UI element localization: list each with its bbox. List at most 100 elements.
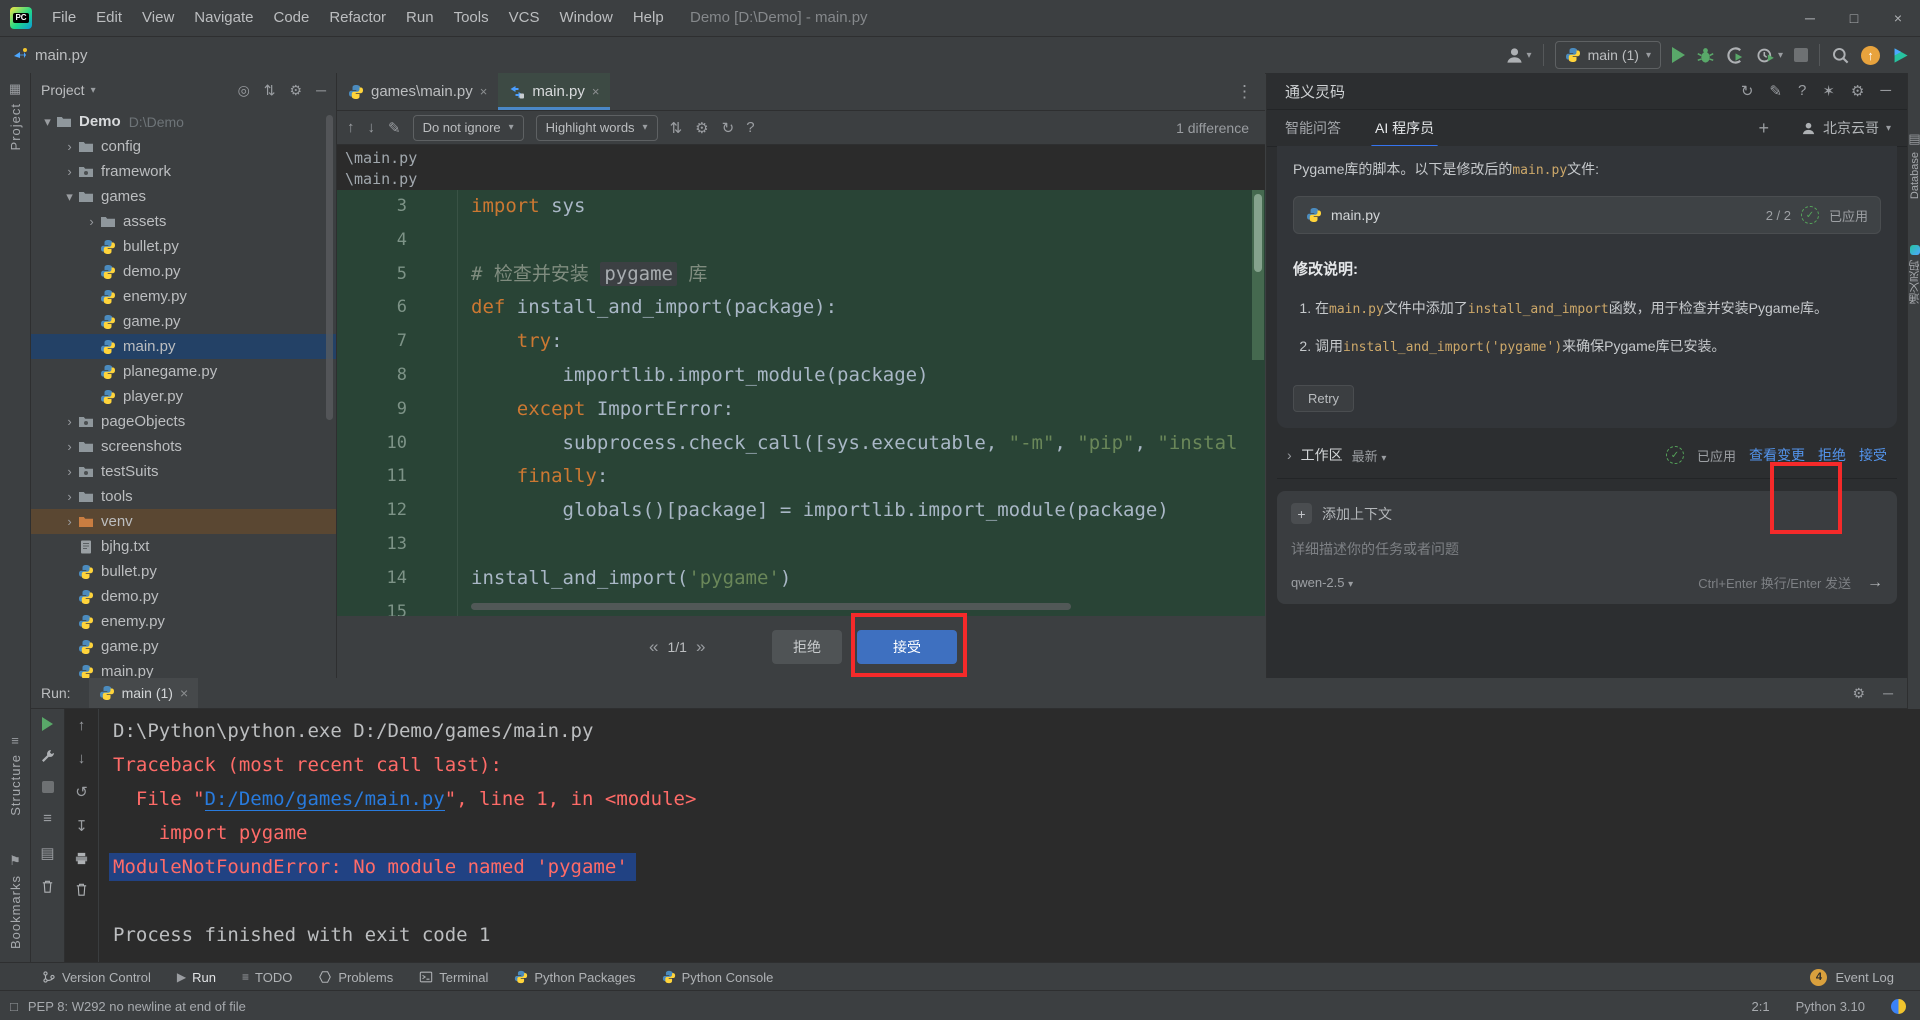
hide-panel-icon[interactable]: ─ xyxy=(1883,685,1893,702)
menu-item-edit[interactable]: Edit xyxy=(86,0,132,36)
soft-wrap-icon[interactable]: ↺ xyxy=(75,783,88,801)
reject-changes-button[interactable]: 拒绝 xyxy=(772,630,842,664)
edit-configurations-icon[interactable] xyxy=(40,748,56,764)
previous-change-button[interactable]: « xyxy=(649,637,658,657)
maximize-button[interactable]: □ xyxy=(1832,0,1876,36)
expand-collapse-icon[interactable]: ⇅ xyxy=(264,82,276,99)
tree-item-venv[interactable]: ›venv xyxy=(31,509,336,534)
search-everywhere-icon[interactable] xyxy=(1831,46,1850,65)
down-stack-trace-icon[interactable]: ↓ xyxy=(78,750,86,767)
editor-horizontal-scrollbar[interactable] xyxy=(471,603,1071,610)
send-button[interactable]: → xyxy=(1867,574,1883,592)
print-icon[interactable] xyxy=(74,851,89,866)
editor-vertical-scrollbar[interactable] xyxy=(1254,194,1262,272)
toolwindow-tab-structure[interactable]: ≡ Structure xyxy=(0,733,30,816)
menu-item-tools[interactable]: Tools xyxy=(444,0,499,36)
menu-item-file[interactable]: File xyxy=(42,0,86,36)
chat-input-placeholder[interactable]: 详细描述你的任务或者问题 xyxy=(1291,539,1883,559)
modified-file-card[interactable]: main.py 2 / 2 ✓ 已应用 xyxy=(1293,196,1881,234)
refresh-icon[interactable]: ↻ xyxy=(722,119,735,137)
python-interpreter[interactable]: Python 3.10 xyxy=(1796,999,1865,1014)
trash-icon[interactable] xyxy=(74,882,89,897)
console-output[interactable]: D:\Python\python.exe D:/Demo/games/main.… xyxy=(99,709,1920,967)
toolwindow-button-python-console[interactable]: Python Console xyxy=(662,970,774,985)
tree-item-enemy.py[interactable]: enemy.py xyxy=(31,609,336,634)
tree-item-enemy.py[interactable]: enemy.py xyxy=(31,284,336,309)
toolwindow-button-run[interactable]: ▶Run xyxy=(177,970,216,985)
breadcrumb[interactable]: main.py xyxy=(12,47,88,64)
tree-item-screenshots[interactable]: ›screenshots xyxy=(31,434,336,459)
editor-tab-main.py[interactable]: main.py× xyxy=(498,73,610,110)
tree-item-games[interactable]: ▾games xyxy=(31,184,336,209)
up-stack-trace-icon[interactable]: ↑ xyxy=(78,717,86,734)
close-tab-icon[interactable]: × xyxy=(180,685,188,701)
tree-item-demo.py[interactable]: demo.py xyxy=(31,259,336,284)
tree-item-pageObjects[interactable]: ›pageObjects xyxy=(31,409,336,434)
tree-item-game.py[interactable]: game.py xyxy=(31,634,336,659)
tree-item-Demo[interactable]: ▾DemoD:\Demo xyxy=(31,109,336,134)
edit-icon[interactable]: ✎ xyxy=(388,119,401,137)
pin-tab-icon[interactable]: ▤ xyxy=(40,844,54,862)
toolwindow-button-terminal[interactable]: Terminal xyxy=(419,970,488,985)
menu-item-window[interactable]: Window xyxy=(549,0,622,36)
tree-item-testSuits[interactable]: ›testSuits xyxy=(31,459,336,484)
toolwindow-tab-project[interactable]: ▦ Project xyxy=(0,81,30,150)
ignore-policy-dropdown[interactable]: Do not ignore▾ xyxy=(413,115,524,141)
settings-icon[interactable]: ⚙ xyxy=(290,82,303,99)
model-selector[interactable]: qwen-2.5 ▾ xyxy=(1291,575,1353,590)
run-with-profiler-button[interactable] xyxy=(1726,46,1745,65)
close-tab-icon[interactable]: × xyxy=(480,84,488,99)
add-context-plus-icon[interactable]: + xyxy=(1291,503,1312,524)
magic-icon[interactable]: ✶ xyxy=(1822,82,1835,100)
tree-item-demo.py[interactable]: demo.py xyxy=(31,584,336,609)
toolwindow-tab-tongyi[interactable]: 通义灵码 xyxy=(1908,245,1920,304)
caret-position[interactable]: 2:1 xyxy=(1752,999,1770,1014)
tree-item-planegame.py[interactable]: planegame.py xyxy=(31,359,336,384)
toolwindow-button-python-packages[interactable]: Python Packages xyxy=(514,970,635,985)
menu-item-refactor[interactable]: Refactor xyxy=(319,0,396,36)
tree-item-tools[interactable]: ›tools xyxy=(31,484,336,509)
scroll-to-end-icon[interactable]: ↧ xyxy=(75,817,88,835)
update-available-icon[interactable]: ↑ xyxy=(1861,46,1880,65)
next-difference-icon[interactable]: ↓ xyxy=(368,119,376,137)
menu-item-view[interactable]: View xyxy=(132,0,184,36)
hide-panel-icon[interactable]: ─ xyxy=(316,82,326,99)
chevron-right-icon[interactable]: › xyxy=(1287,447,1292,463)
tab-smart-qa[interactable]: 智能问答 xyxy=(1285,118,1341,138)
menu-item-run[interactable]: Run xyxy=(396,0,444,36)
console-file-link[interactable]: D:/Demo/games/main.py xyxy=(205,788,445,811)
tree-item-assets[interactable]: ›assets xyxy=(31,209,336,234)
settings-icon[interactable]: ⚙ xyxy=(1853,685,1866,702)
toolwindow-tab-database[interactable]: ▤ Database xyxy=(1908,131,1920,199)
highlight-policy-dropdown[interactable]: Highlight words▾ xyxy=(536,115,658,141)
stop-button[interactable] xyxy=(1794,48,1808,62)
tree-item-bullet.py[interactable]: bullet.py xyxy=(31,559,336,584)
new-session-icon[interactable]: ✎ xyxy=(1769,82,1782,100)
run-tab-main[interactable]: main (1) × xyxy=(89,678,199,708)
close-button[interactable]: × xyxy=(1876,0,1920,36)
accept-link[interactable]: 接受 xyxy=(1859,445,1887,465)
menu-item-navigate[interactable]: Navigate xyxy=(184,0,263,36)
help-icon[interactable]: ? xyxy=(1798,82,1806,100)
tree-item-framework[interactable]: ›framework xyxy=(31,159,336,184)
tree-item-main.py[interactable]: main.py xyxy=(31,659,336,678)
run-configuration-select[interactable]: main (1) ▾ xyxy=(1555,41,1661,69)
project-panel-title[interactable]: Project xyxy=(41,82,85,98)
minimize-icon[interactable]: ─ xyxy=(1880,82,1891,100)
stop-process-button[interactable] xyxy=(42,781,54,793)
debug-button[interactable] xyxy=(1696,46,1715,65)
diff-settings-icon[interactable]: ⚙ xyxy=(695,119,708,137)
menu-item-code[interactable]: Code xyxy=(263,0,319,36)
menu-item-help[interactable]: Help xyxy=(623,0,674,36)
tab-options-kebab-icon[interactable]: ⋮ xyxy=(1236,82,1265,102)
close-tab-icon[interactable]: × xyxy=(592,84,600,99)
editor-tab-games-main.py[interactable]: games\main.py× xyxy=(337,73,498,110)
retry-button[interactable]: Retry xyxy=(1293,385,1354,412)
toolwindow-toggle-icon[interactable]: □ xyxy=(10,999,18,1014)
code-editor[interactable]: 3456789101112131415 import sys# 检查并安装 py… xyxy=(337,190,1265,616)
tree-item-bjhg.txt[interactable]: bjhg.txt xyxy=(31,534,336,559)
new-session-plus-icon[interactable]: + xyxy=(1758,118,1769,139)
next-change-button[interactable]: » xyxy=(696,637,705,657)
clear-all-icon[interactable] xyxy=(40,879,55,894)
run-with-coverage-button[interactable]: ▾ xyxy=(1756,46,1783,65)
